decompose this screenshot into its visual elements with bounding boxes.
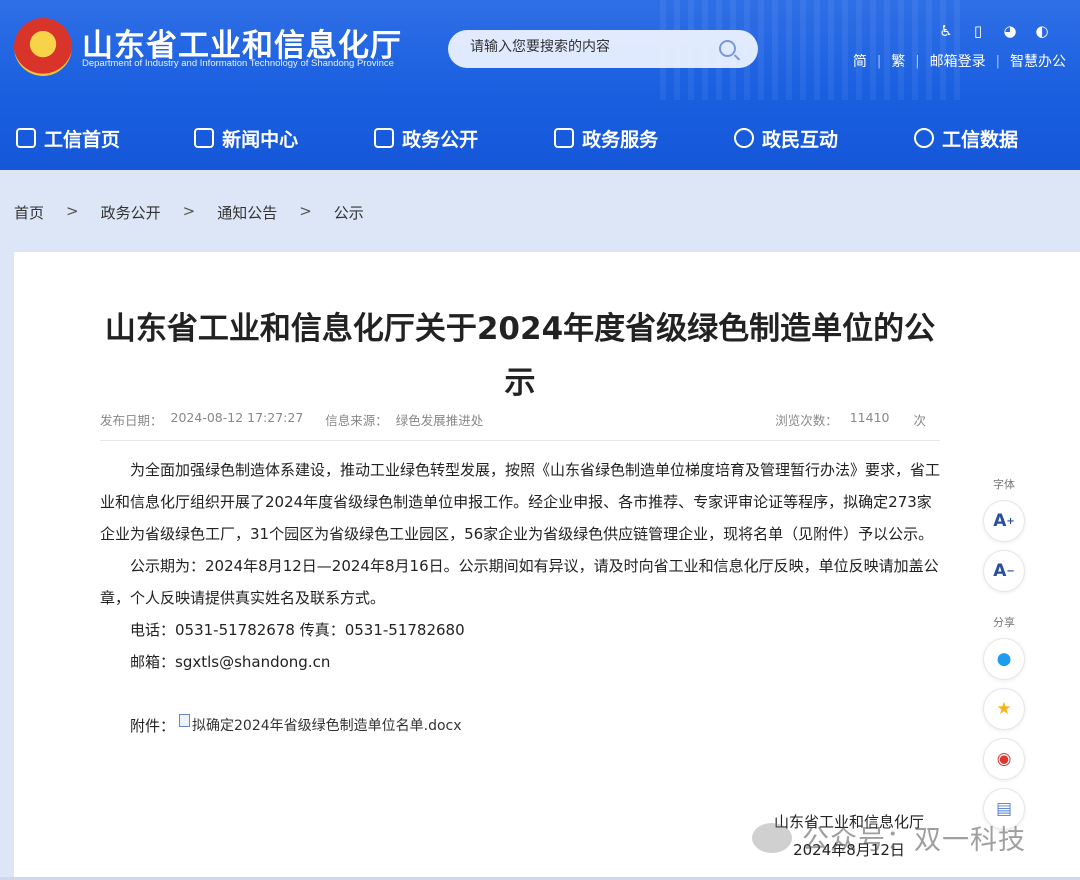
article-content: 为全面加强绿色制造体系建设，推动工业绿色转型发展，按照《山东省绿色制造单位梯度培… — [100, 454, 940, 742]
nav-label: 政民互动 — [762, 128, 839, 151]
article-panel: 山东省工业和信息化厅关于2024年度省级绿色制造单位的公示 发布日期： 2024… — [14, 252, 1080, 880]
main-nav: 工信首页 新闻中心 政务公开 政务服务 政民互动 工信数据 — [0, 110, 1080, 166]
service-icon — [554, 128, 575, 148]
search-input[interactable] — [470, 39, 720, 55]
national-emblem-icon[interactable] — [14, 18, 72, 76]
nav-item-gov-service[interactable]: 政务服务 — [540, 110, 720, 166]
side-toolbar: 字体 A + A − 分享 ● ★ ◉ ▤ — [982, 476, 1026, 838]
attachment-link[interactable]: 拟确定2024年省级绿色制造单位名单.docx — [192, 710, 462, 742]
share-label: 分享 — [993, 616, 1015, 629]
header-links: 简 | 繁 | 邮箱登录 | 智慧办公 — [843, 51, 1076, 71]
traditional-link[interactable]: 繁 — [881, 51, 915, 71]
article-meta: 发布日期： 2024-08-12 17:27:27 信息来源： 绿色发展推进处 … — [100, 410, 940, 429]
breadcrumb-separator: > — [182, 202, 196, 220]
share-weibo-button[interactable]: ◉ — [983, 738, 1025, 780]
font-down-glyph: A — [993, 561, 1007, 581]
breadcrumb-home[interactable]: 首页 — [14, 202, 44, 223]
watermark: 公众号：双一科技 — [752, 818, 1026, 857]
nav-item-home[interactable]: 工信首页 — [0, 110, 180, 166]
nav-label: 工信数据 — [942, 128, 1019, 151]
weibo-icon[interactable]: ◐ — [1034, 22, 1050, 40]
breadcrumb-gov-affairs[interactable]: 政务公开 — [101, 202, 161, 223]
monitor-icon — [374, 128, 395, 148]
search-box — [448, 30, 758, 68]
nav-item-news[interactable]: 新闻中心 — [180, 110, 360, 166]
mail-login-link[interactable]: 邮箱登录 — [920, 51, 996, 71]
breadcrumb-separator: > — [299, 202, 312, 220]
contact-email: 邮箱：sgxtls@shandong.cn — [130, 653, 331, 671]
nav-label: 政务服务 — [582, 128, 659, 151]
breadcrumb-current[interactable]: 公示 — [334, 202, 364, 223]
nav-label: 政务公开 — [402, 128, 479, 151]
font-increase-button[interactable]: A + — [983, 500, 1025, 542]
document-icon — [179, 713, 191, 727]
print-icon: ▤ — [995, 799, 1013, 819]
plus-icon: + — [1006, 515, 1015, 527]
smart-office-link[interactable]: 智慧办公 — [1000, 51, 1076, 71]
attachment-label: 附件： — [130, 717, 176, 735]
publish-date: 2024-08-12 17:27:27 — [170, 410, 304, 425]
views-value: 11410 — [849, 410, 890, 425]
home-icon — [16, 128, 36, 148]
header-tools: ♿ ▯ ◕ ◐ — [938, 22, 1050, 40]
share-qzone-button[interactable]: ★ — [983, 688, 1025, 730]
news-icon — [194, 128, 215, 148]
font-label: 字体 — [993, 478, 1015, 491]
font-decrease-button[interactable]: A − — [983, 550, 1025, 592]
publish-label: 发布日期： — [100, 413, 163, 428]
nav-label: 工信首页 — [44, 128, 121, 151]
paragraph: 为全面加强绿色制造体系建设，推动工业绿色转型发展，按照《山东省绿色制造单位梯度培… — [100, 461, 941, 543]
contact-phone: 电话：0531-51782678 传真：0531-51782680 — [130, 621, 465, 639]
wechat-icon — [752, 822, 792, 853]
nav-label: 新闻中心 — [222, 128, 299, 151]
chat-icon — [734, 128, 755, 148]
nav-item-interaction[interactable]: 政民互动 — [720, 110, 900, 166]
site-subtitle: Department of Industry and Information T… — [82, 58, 394, 69]
share-qq-button[interactable]: ● — [983, 638, 1025, 680]
source-label: 信息来源： — [325, 413, 388, 428]
accessibility-icon[interactable]: ♿ — [938, 22, 954, 40]
breadcrumb-notices[interactable]: 通知公告 — [217, 202, 277, 223]
source-value: 绿色发展推进处 — [395, 413, 484, 428]
simplified-link[interactable]: 简 — [843, 51, 877, 71]
views-label: 浏览次数： — [775, 413, 838, 428]
wechat-icon[interactable]: ◕ — [1002, 22, 1018, 40]
database-icon — [914, 128, 935, 148]
article-title: 山东省工业和信息化厅关于2024年度省级绿色制造单位的公示 — [104, 311, 936, 401]
weibo-icon: ◉ — [996, 749, 1012, 769]
font-up-glyph: A — [993, 511, 1007, 531]
paragraph: 公示期为：2024年8月12日—2024年8月16日。公示期间如有异议，请及时向… — [100, 557, 939, 607]
breadcrumb-separator: > — [66, 202, 79, 220]
breadcrumb: 首页 > 政务公开 > 通知公告 > 公示 — [14, 202, 364, 223]
qzone-icon: ★ — [996, 699, 1012, 719]
attachment-row: 附件： 拟确定2024年省级绿色制造单位名单.docx — [100, 710, 940, 742]
nav-item-data[interactable]: 工信数据 — [900, 110, 1080, 166]
nav-item-gov-affairs[interactable]: 政务公开 — [360, 110, 540, 166]
search-icon[interactable] — [719, 40, 736, 57]
site-header: 山东省工业和信息化厅 Department of Industry and In… — [0, 0, 1080, 170]
watermark-text: 公众号：双一科技 — [802, 825, 1026, 856]
views-unit: 次 — [913, 413, 926, 428]
view-count: 浏览次数： 11410 次 — [775, 410, 940, 429]
minus-icon: − — [1006, 565, 1015, 577]
meta-divider — [100, 440, 940, 441]
qq-icon: ● — [996, 649, 1012, 669]
mobile-icon[interactable]: ▯ — [970, 22, 986, 40]
